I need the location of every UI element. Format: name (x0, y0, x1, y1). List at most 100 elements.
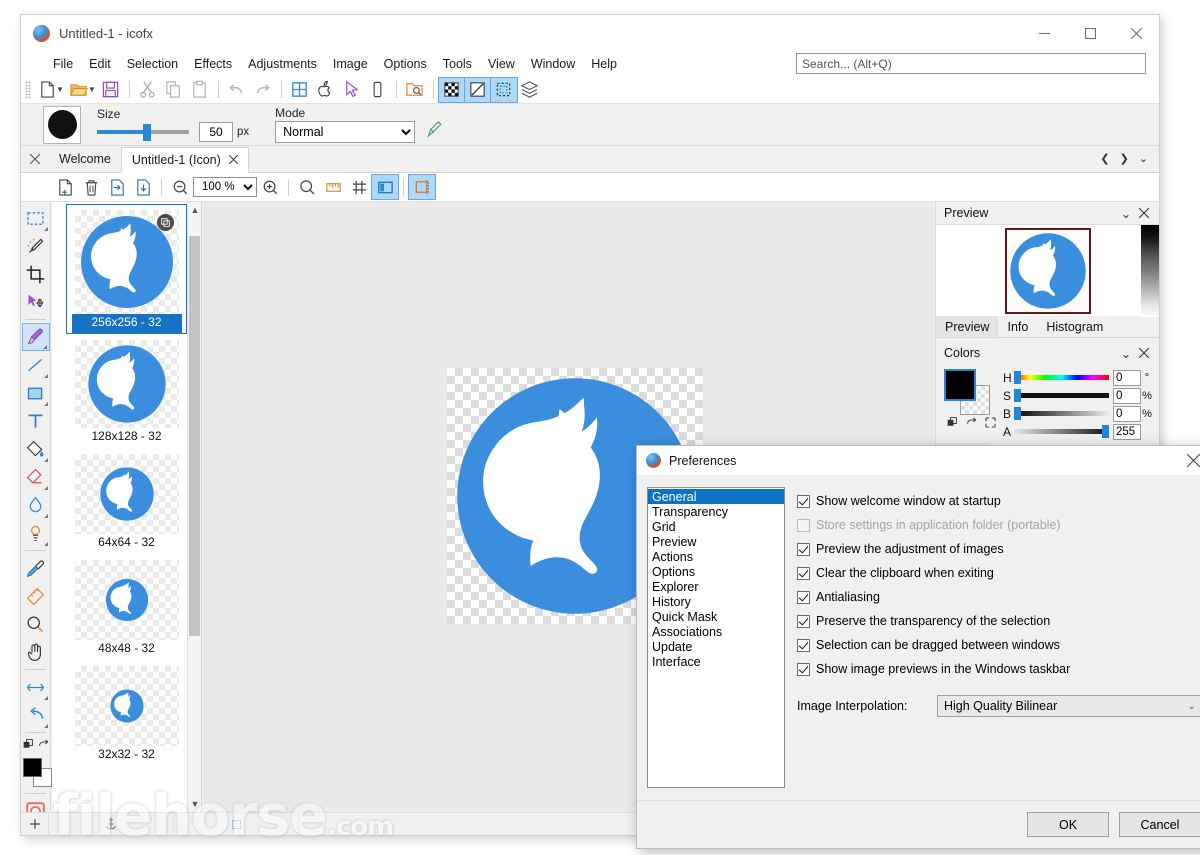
expand-color-icon[interactable] (984, 416, 997, 432)
option-clear-clipboard[interactable]: Clear the clipboard when exiting (797, 561, 1200, 585)
panel-toggle-button[interactable] (371, 174, 399, 200)
prev-tab-icon[interactable]: ❮ (1095, 152, 1114, 165)
scroll-down-icon[interactable]: ▼ (188, 796, 201, 812)
tab-histogram[interactable]: Histogram (1037, 316, 1112, 337)
scroll-up-icon[interactable]: ▲ (188, 202, 201, 218)
cut-button[interactable] (135, 78, 161, 102)
category-actions[interactable]: Actions (648, 549, 784, 564)
dodge-tool[interactable] (22, 519, 50, 547)
option-preview-adjustment[interactable]: Preview the adjustment of images (797, 537, 1200, 561)
import-image-button[interactable] (104, 175, 130, 199)
menu-image[interactable]: Image (325, 54, 376, 74)
size-slider[interactable] (97, 123, 189, 141)
brightness-value-input[interactable] (1113, 405, 1141, 422)
next-tab-icon[interactable]: ❯ (1115, 152, 1134, 165)
menu-options[interactable]: Options (376, 54, 435, 74)
anchor-status-icon[interactable] (49, 812, 174, 836)
paste-button[interactable] (187, 78, 213, 102)
move-selection-tool[interactable] (22, 288, 50, 316)
rectangle-shape-tool[interactable] (22, 379, 50, 407)
alpha-value-input[interactable] (1113, 423, 1141, 440)
minimize-button[interactable] (1021, 15, 1067, 51)
brush-preview[interactable] (43, 105, 81, 144)
colors-collapse-chevron-icon[interactable]: ⌄ (1117, 344, 1135, 362)
measure-tool[interactable] (22, 582, 50, 610)
list-item[interactable]: 128x128 - 32 (52, 334, 201, 448)
menu-view[interactable]: View (480, 54, 523, 74)
eraser-tool[interactable] (22, 463, 50, 491)
category-interface[interactable]: Interface (648, 654, 784, 669)
icon-list-scrollbar[interactable]: ▲ ▼ (187, 202, 201, 812)
magnifier-button[interactable] (294, 175, 320, 199)
menu-tools[interactable]: Tools (435, 54, 480, 74)
checkbox-preview-adjustment[interactable] (797, 542, 810, 556)
grid-toggle-button[interactable] (346, 175, 372, 199)
tab-list-chevron-down-icon[interactable]: ⌄ (1134, 152, 1153, 165)
category-grid[interactable]: Grid (648, 519, 784, 534)
swap-color-icon[interactable] (965, 416, 978, 432)
preview-collapse-chevron-icon[interactable]: ⌄ (1117, 204, 1135, 222)
foreground-color-chip[interactable] (944, 369, 976, 401)
checkbox-drag-between-windows[interactable] (797, 638, 810, 652)
new-document-chevron-down-icon[interactable]: ▼ (56, 85, 64, 94)
category-preview[interactable]: Preview (648, 534, 784, 549)
rectangular-select-tool[interactable] (22, 204, 50, 232)
open-chevron-down-icon[interactable]: ▼ (88, 85, 96, 94)
canvas-frame-button[interactable] (408, 174, 436, 200)
option-antialiasing[interactable]: Antialiasing (797, 585, 1200, 609)
option-show-welcome[interactable]: Show welcome window at startup (797, 489, 1200, 513)
foreground-color-swatch[interactable] (23, 758, 42, 777)
crop-tool[interactable] (22, 260, 50, 288)
list-item[interactable]: 256x256 - 32 (52, 202, 201, 334)
ruler-toggle-button[interactable] (320, 175, 346, 199)
icon-size-list[interactable]: 256x256 - 32 128x128 - 32 64x64 - 32 48x… (52, 202, 202, 812)
maximize-button[interactable] (1067, 15, 1113, 51)
pan-hand-tool[interactable] (22, 638, 50, 666)
color-swatch-stack[interactable] (944, 369, 990, 415)
add-layer-icon[interactable] (21, 812, 49, 836)
category-options[interactable]: Options (648, 564, 784, 579)
zoom-tool[interactable] (22, 610, 50, 638)
swap-layers-icon[interactable] (22, 738, 35, 754)
toolbar-grip[interactable] (25, 80, 31, 99)
paint-brush-tool[interactable] (21, 323, 50, 351)
windows-icon-button[interactable] (287, 78, 313, 102)
tab-close-icon[interactable] (228, 153, 239, 167)
list-item[interactable]: 64x64 - 32 (52, 448, 201, 554)
menu-effects[interactable]: Effects (186, 54, 240, 74)
brightness-slider[interactable] (1014, 407, 1109, 420)
category-explorer[interactable]: Explorer (648, 579, 784, 594)
tab-preview[interactable]: Preview (936, 316, 999, 337)
menu-window[interactable]: Window (523, 54, 583, 74)
category-transparency[interactable]: Transparency (648, 504, 784, 519)
image-interpolation-select[interactable]: High Quality Bilinear ⌄ (937, 695, 1200, 717)
selection-status-icon[interactable] (174, 812, 299, 836)
zoom-level-select[interactable]: 100 % (193, 177, 257, 197)
paint-bucket-tool[interactable] (22, 435, 50, 463)
blur-tool[interactable] (22, 491, 50, 519)
tab-welcome[interactable]: Welcome (49, 146, 121, 172)
cursor-icon-button[interactable] (339, 78, 365, 102)
scrollbar-thumb[interactable] (189, 236, 200, 636)
undo-button[interactable] (224, 78, 250, 102)
add-image-button[interactable] (52, 175, 78, 199)
save-button[interactable] (98, 78, 124, 102)
redo-button[interactable] (250, 78, 276, 102)
dialog-close-button[interactable] (1171, 446, 1200, 475)
option-taskbar-previews[interactable]: Show image previews in the Windows taskb… (797, 657, 1200, 681)
eyedropper-tool[interactable] (22, 554, 50, 582)
checker-background-toggle[interactable] (437, 76, 466, 103)
saturation-slider[interactable] (1014, 389, 1109, 402)
checkbox-taskbar-previews[interactable] (797, 662, 810, 676)
export-image-button[interactable] (130, 175, 156, 199)
category-quick-mask[interactable]: Quick Mask (648, 609, 784, 624)
menu-adjustments[interactable]: Adjustments (240, 54, 325, 74)
no-transparency-toggle[interactable] (463, 76, 492, 103)
hue-value-input[interactable] (1113, 369, 1141, 386)
menu-selection[interactable]: Selection (119, 54, 186, 74)
category-history[interactable]: History (648, 594, 784, 609)
menu-edit[interactable]: Edit (81, 54, 119, 74)
preview-close-icon[interactable] (1135, 204, 1153, 222)
mode-select[interactable]: Normal (275, 121, 416, 143)
folder-search-button[interactable] (402, 78, 428, 102)
